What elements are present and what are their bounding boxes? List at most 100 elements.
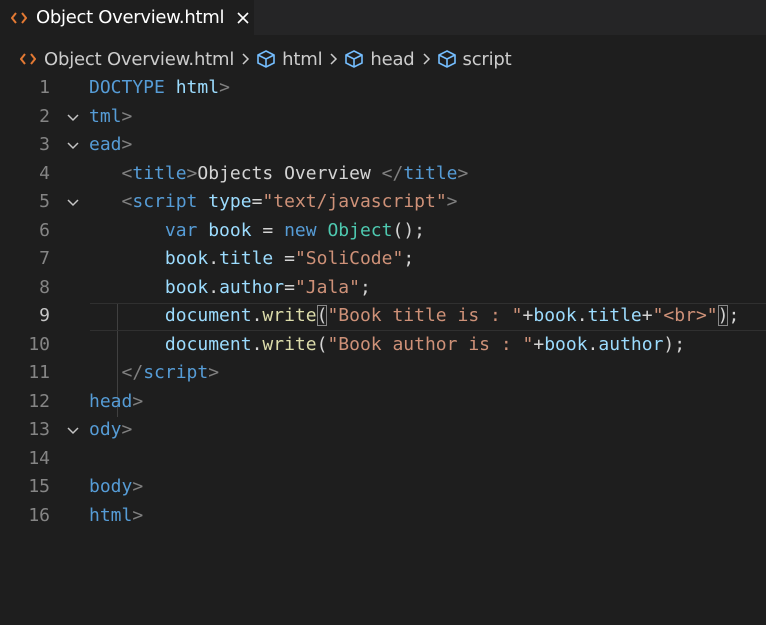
code-token: >	[132, 504, 144, 526]
breadcrumb-item-html[interactable]: html	[256, 48, 323, 70]
code-token: author	[598, 333, 664, 355]
line-number: 16	[28, 504, 50, 526]
line-number: 3	[39, 134, 50, 155]
close-icon[interactable]	[234, 9, 252, 27]
code-token: </	[381, 162, 404, 184]
line-number: 9	[39, 305, 50, 326]
code-token: .	[576, 305, 588, 326]
breadcrumb-item-head[interactable]: head	[344, 49, 415, 70]
line-number: 10	[28, 333, 50, 355]
chevron-down-icon[interactable]	[64, 137, 82, 155]
code-token: title	[132, 162, 187, 184]
code-token: "text/javascript"	[262, 191, 447, 212]
code-line[interactable]: 2 tml>	[0, 104, 766, 133]
code-token: tml	[89, 105, 122, 127]
code-line[interactable]: 11 </script>	[0, 360, 766, 389]
code-token: head	[89, 390, 133, 412]
code-token: =	[273, 248, 295, 269]
code-token: type	[208, 191, 252, 212]
code-token: .	[251, 333, 263, 355]
code-text: html>	[89, 505, 143, 526]
code-text: book.author="Jala";	[89, 277, 371, 298]
code-line[interactable]: 14	[0, 446, 766, 475]
line-number: 7	[39, 248, 50, 269]
editor-window: Object Overview.html Object Overview.htm…	[0, 0, 766, 625]
code-editor[interactable]: 1 DOCTYPE html> 2 tml> 3 ead> 4 <title>Objects…	[0, 75, 766, 625]
code-token: script	[132, 191, 198, 212]
code-token: <	[121, 191, 133, 212]
code-token: (	[316, 305, 328, 326]
html-file-icon	[18, 49, 38, 69]
code-token: new	[284, 219, 317, 241]
code-token: document	[164, 333, 252, 355]
code-text: </script>	[89, 362, 220, 383]
code-line[interactable]: 9 document.write("Book title is : "+book…	[0, 303, 766, 332]
chevron-down-icon[interactable]	[64, 194, 82, 212]
code-text: head>	[89, 391, 143, 412]
code-text: <script type="text/javascript">	[89, 191, 458, 212]
code-text: DOCTYPE html>	[89, 77, 230, 98]
cube-icon	[344, 49, 364, 69]
code-token: script	[143, 362, 209, 383]
line-number: 5	[39, 191, 50, 212]
code-token: Objects Overview	[197, 162, 382, 184]
code-token: html	[175, 77, 220, 98]
cube-icon	[256, 49, 276, 69]
code-line[interactable]: 7 book.title ="SoliCode";	[0, 246, 766, 275]
code-line[interactable]: 15 body>	[0, 474, 766, 503]
code-token: write	[262, 333, 317, 355]
code-line[interactable]: 13 ody>	[0, 417, 766, 446]
chevron-down-icon[interactable]	[64, 422, 82, 440]
code-line[interactable]: 4 <title>Objects Overview </title>	[0, 161, 766, 190]
breadcrumb-item-label: html	[282, 48, 323, 70]
code-token: ();	[392, 219, 425, 241]
line-number: 4	[39, 162, 50, 184]
code-line[interactable]: 12 head>	[0, 389, 766, 418]
code-line[interactable]: 6 var book = new Object();	[0, 218, 766, 247]
line-number: 15	[28, 476, 50, 497]
tab-bar: Object Overview.html	[0, 0, 766, 35]
code-token: DOCTYPE	[89, 77, 165, 98]
code-token: >	[208, 362, 220, 383]
code-token: >	[121, 419, 133, 440]
code-token: (	[316, 333, 328, 355]
chevron-right-icon	[238, 49, 252, 69]
code-token: ody	[89, 419, 122, 440]
breadcrumb: Object Overview.html html head script	[0, 44, 766, 74]
breadcrumb-file[interactable]: Object Overview.html	[18, 49, 234, 70]
code-token: =	[251, 219, 285, 241]
line-number: 2	[39, 105, 50, 127]
tab-object-overview[interactable]: Object Overview.html	[0, 0, 254, 35]
code-line[interactable]: 3 ead>	[0, 132, 766, 161]
chevron-down-icon[interactable]	[64, 109, 82, 127]
code-token: .	[587, 333, 599, 355]
code-token: ead	[89, 134, 122, 155]
code-text: body>	[89, 476, 143, 497]
breadcrumb-item-script[interactable]: script	[437, 49, 512, 70]
code-token: ;	[359, 276, 371, 298]
code-line[interactable]: 5 <script type="text/javascript">	[0, 189, 766, 218]
code-token: Object	[327, 219, 393, 241]
code-token: +	[641, 305, 653, 326]
code-token: >	[132, 476, 144, 497]
code-text: book.title ="SoliCode";	[89, 248, 414, 269]
code-token: >	[186, 162, 198, 184]
code-token: var	[164, 219, 198, 241]
line-number: 13	[28, 419, 50, 440]
code-line[interactable]: 1 DOCTYPE html>	[0, 75, 766, 104]
code-line[interactable]: 10 document.write("Book author is : "+bo…	[0, 332, 766, 361]
code-token: >	[121, 105, 133, 127]
code-token: >	[219, 77, 230, 98]
code-text: var book = new Object();	[89, 220, 425, 241]
line-number: 11	[28, 362, 50, 383]
code-token: =	[284, 276, 295, 298]
code-line[interactable]: 8 book.author="Jala";	[0, 275, 766, 304]
code-line[interactable]: 16 html>	[0, 503, 766, 532]
code-token: body	[89, 476, 133, 497]
html-file-icon	[10, 9, 28, 27]
